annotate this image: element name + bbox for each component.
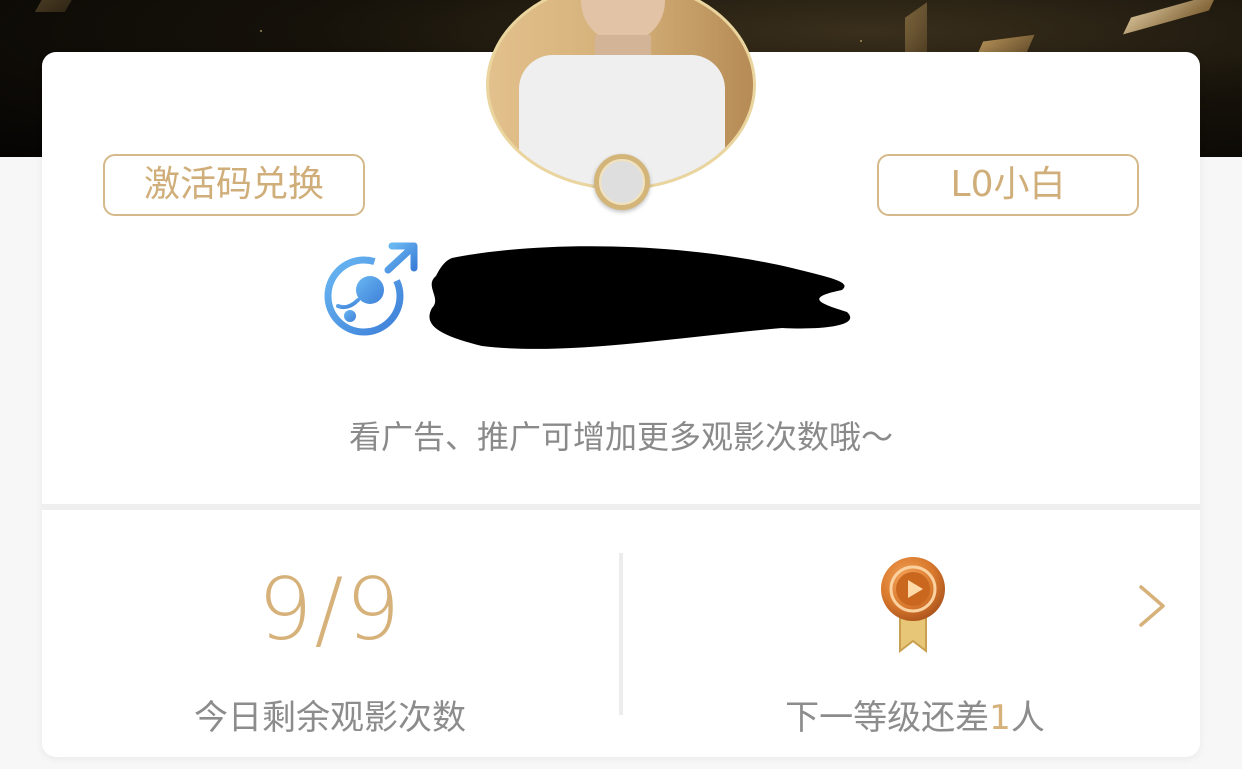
male-icon: [324, 242, 418, 336]
stats-divider: [619, 553, 623, 715]
decor-glint: [260, 30, 262, 32]
medal-icon[interactable]: [878, 555, 948, 655]
next-level-count: 1: [989, 698, 1011, 738]
section-divider: [42, 504, 1200, 510]
level-badge-button[interactable]: L0小白: [877, 154, 1139, 216]
ad-promo-tip: 看广告、推广可增加更多观影次数哦～: [348, 418, 893, 456]
next-level-prefix: 下一等级还差: [785, 698, 990, 738]
decor-shard: [34, 0, 76, 12]
next-level-label: 下一等级还差1人: [700, 690, 1130, 739]
activation-code-button[interactable]: 激活码兑换: [103, 154, 365, 216]
chevron-right-icon[interactable]: [1135, 583, 1169, 629]
remaining-views-label: 今日剩余观影次数: [194, 698, 466, 738]
profile-page: 激活码兑换 L0小白 看广告、推广可增加更多观影次数哦～ 9/9 今日剩余观影次…: [0, 0, 1242, 769]
decor-glint: [860, 40, 862, 42]
avatar-vip-badge: [594, 154, 650, 210]
next-level-suffix: 人: [1010, 698, 1045, 738]
remaining-views-count: 9/9: [257, 560, 403, 660]
username-redacted: [429, 246, 851, 349]
decor-shard: [1123, 0, 1217, 35]
